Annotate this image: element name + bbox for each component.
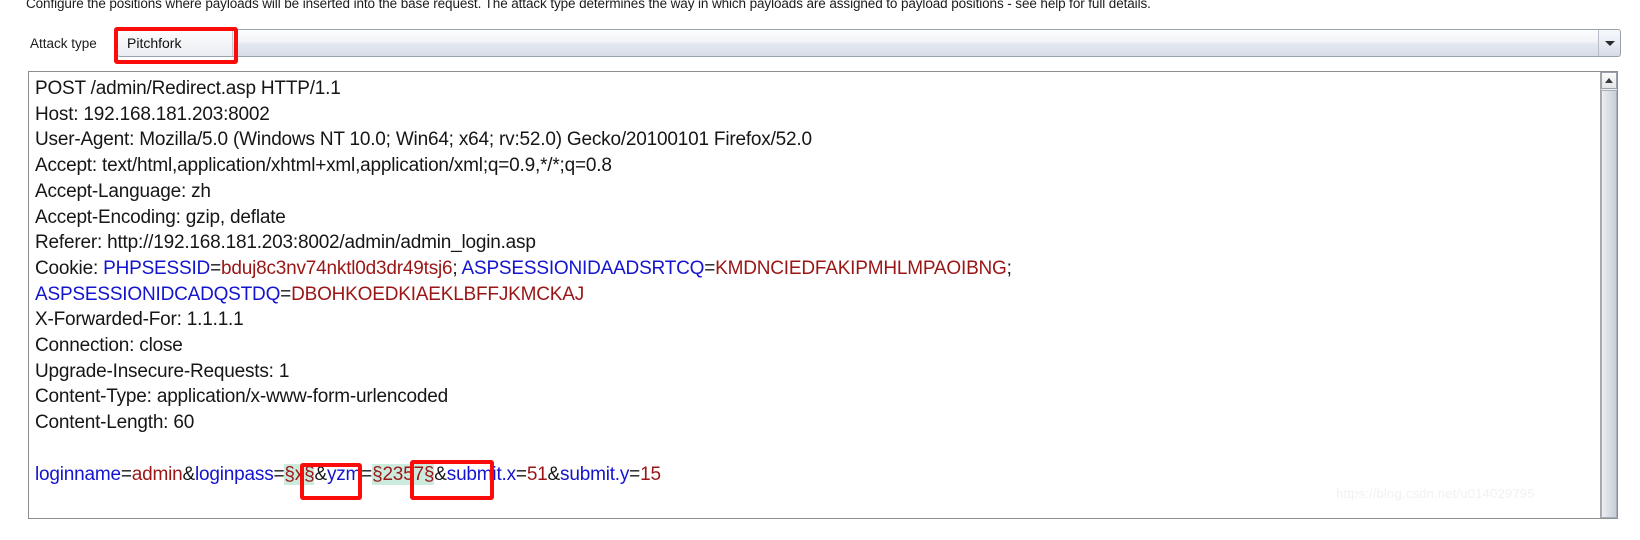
- request-text[interactable]: POST /admin/Redirect.asp HTTP/1.1 Host: 1…: [35, 76, 1017, 487]
- attack-type-select[interactable]: Pitchfork: [117, 29, 1621, 57]
- request-header-cookie-wrap: ASPSESSIONIDCADQSTDQ=DBOHKOEDKIAEKLBFFJK…: [35, 283, 585, 305]
- panel-description: Configure the positions where payloads w…: [26, 0, 1151, 11]
- request-editor[interactable]: POST /admin/Redirect.asp HTTP/1.1 Host: 1…: [28, 71, 1618, 519]
- request-header: Accept: text/html,application/xhtml+xml,…: [35, 155, 612, 177]
- watermark: https://blog.csdn.net/u014029795: [1336, 486, 1535, 501]
- request-header: User-Agent: Mozilla/5.0 (Windows NT 10.0…: [35, 129, 812, 151]
- request-header: Content-Length: 60: [35, 412, 195, 434]
- request-header: Host: 192.168.181.203:8002: [35, 103, 270, 125]
- request-header: Accept-Encoding: gzip, deflate: [35, 206, 286, 228]
- request-header: Upgrade-Insecure-Requests: 1: [35, 360, 290, 382]
- attack-type-row: Attack type Pitchfork: [0, 28, 1640, 62]
- editor-vertical-scrollbar[interactable]: [1600, 72, 1617, 518]
- triangle-up-icon: [1605, 78, 1613, 83]
- request-body: loginname=admin&loginpass=§x§&yzm=§2357§…: [35, 463, 661, 485]
- payload-position-marker: §x§: [284, 463, 315, 485]
- attack-type-label: Attack type: [30, 36, 97, 51]
- attack-type-dropdown-button[interactable]: [1598, 30, 1620, 56]
- attack-type-selected-value[interactable]: Pitchfork: [118, 30, 233, 56]
- request-header: Connection: close: [35, 335, 183, 357]
- request-header: X-Forwarded-For: 1.1.1.1: [35, 309, 244, 331]
- scroll-up-button[interactable]: [1601, 72, 1617, 89]
- request-header: Accept-Language: zh: [35, 180, 211, 202]
- request-header-cookie: Cookie: PHPSESSID=bduj8c3nv74nktl0d3dr49…: [35, 257, 1017, 279]
- chevron-down-icon: [1605, 41, 1615, 46]
- request-blank-line: [35, 436, 1017, 462]
- request-header: Content-Type: application/x-www-form-url…: [35, 386, 449, 408]
- payload-position-marker: §2357§: [372, 463, 435, 485]
- request-header: Referer: http://192.168.181.203:8002/adm…: [35, 232, 536, 254]
- scrollbar-thumb[interactable]: [1601, 90, 1617, 518]
- request-start-line: POST /admin/Redirect.asp HTTP/1.1: [35, 78, 341, 99]
